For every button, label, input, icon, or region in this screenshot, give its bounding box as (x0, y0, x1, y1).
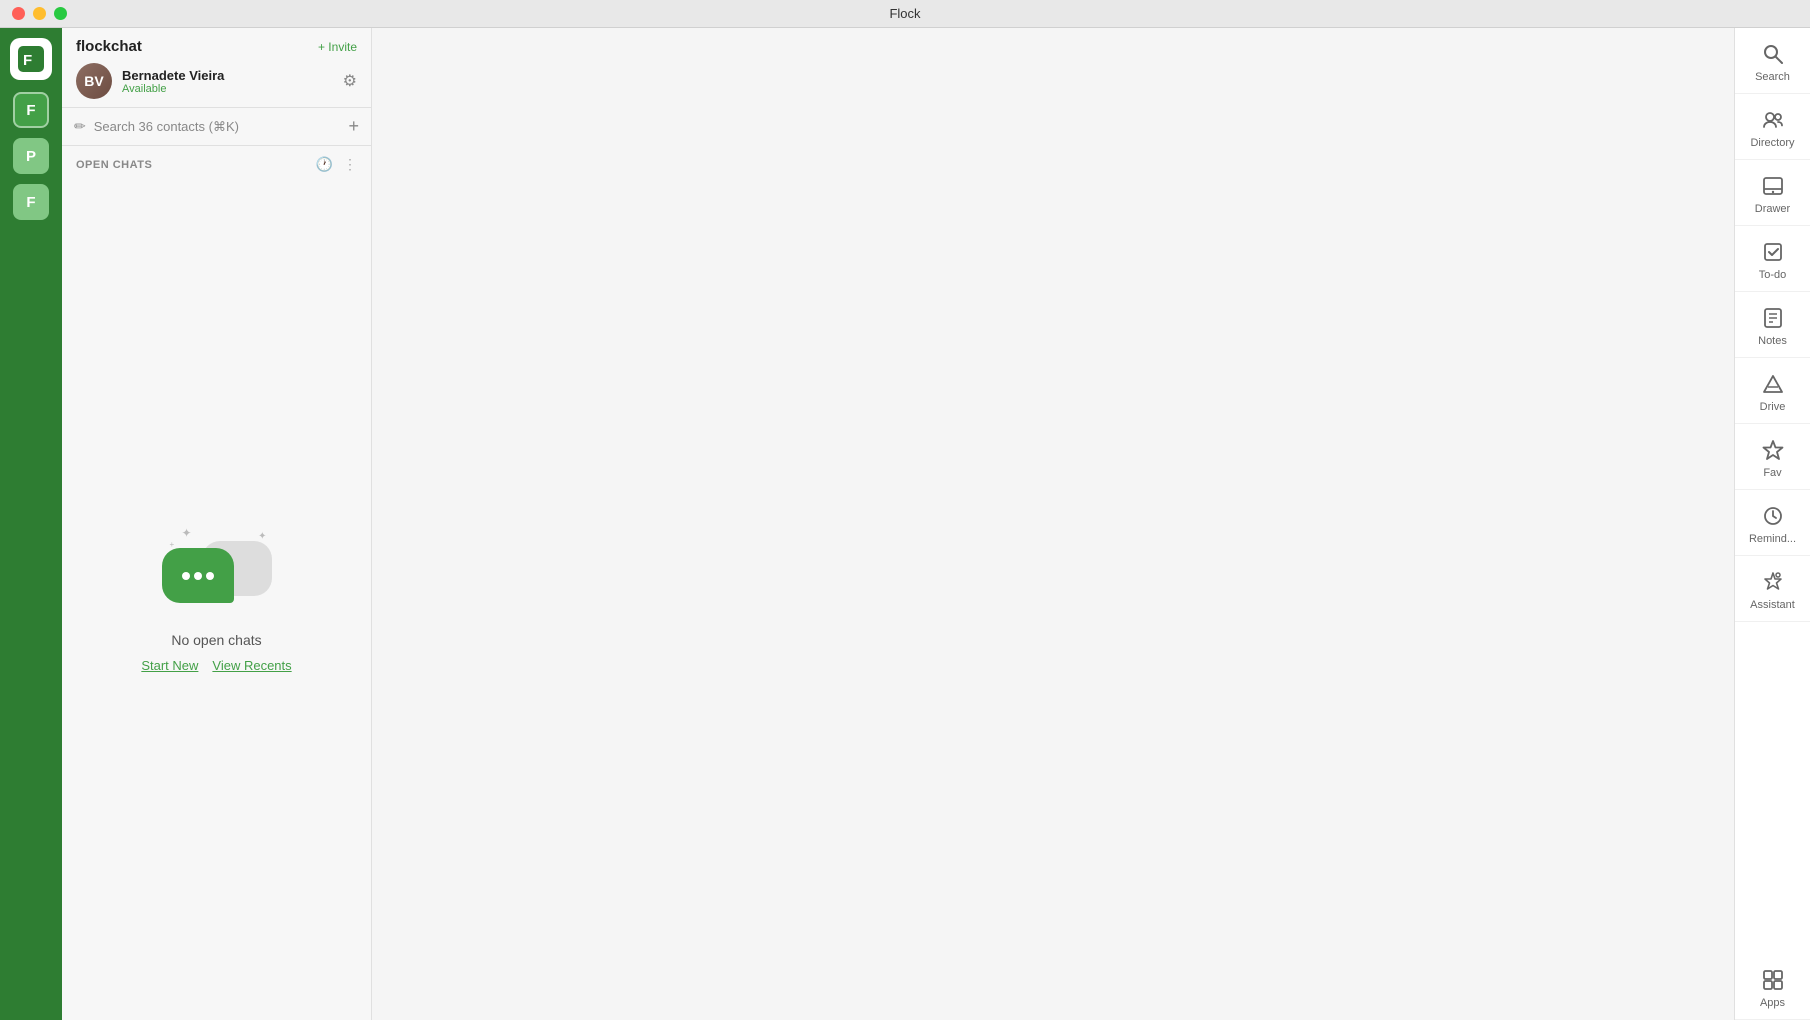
more-icon[interactable]: ⋮ (343, 156, 357, 173)
sparkle-icon-2: ✦ (258, 531, 266, 542)
user-status: Available (122, 83, 333, 95)
rail-item-search[interactable]: Search (1735, 28, 1810, 94)
sidebar-teamname: flockchat + Invite (76, 38, 357, 55)
user-info: Bernadete Vieira Available (122, 68, 333, 95)
rail-label-fav: Fav (1763, 467, 1781, 479)
open-chats-header: OPEN CHATS 🕐 ⋮ (62, 146, 371, 179)
rail-label-assistant: Assistant (1750, 599, 1795, 611)
empty-state-links: Start New View Recents (141, 658, 291, 673)
fav-icon (1762, 438, 1784, 462)
sparkle-icon-3: + (170, 540, 175, 549)
open-chats-actions: 🕐 ⋮ (316, 156, 357, 173)
rail-label-todo: To-do (1759, 269, 1787, 281)
chat-dot-1 (182, 572, 190, 580)
rail-label-apps: Apps (1760, 997, 1785, 1009)
settings-icon[interactable]: ⚙ (343, 71, 357, 91)
search-icon (1762, 42, 1784, 66)
empty-state: ✦ ✦ + No open chats Start New View Recen… (62, 179, 371, 1020)
rail-item-fav[interactable]: Fav (1735, 424, 1810, 490)
svg-text:F: F (23, 52, 32, 69)
user-row: BV Bernadete Vieira Available ⚙ (76, 63, 357, 99)
team-icon-f2[interactable]: F (13, 184, 49, 220)
start-new-button[interactable]: Start New (141, 658, 198, 673)
rail-label-drive: Drive (1760, 401, 1786, 413)
maximize-button[interactable] (54, 7, 67, 20)
rail-item-notes[interactable]: Notes (1735, 292, 1810, 358)
rail-item-drive[interactable]: Drive (1735, 358, 1810, 424)
compose-icon: ✏ (74, 118, 86, 135)
add-contact-button[interactable]: + (348, 116, 359, 137)
rail-label-notes: Notes (1758, 335, 1787, 347)
search-bar[interactable]: ✏ Search 36 contacts (⌘K) + (62, 108, 371, 146)
open-chats-label: OPEN CHATS (76, 159, 152, 171)
rail-label-drawer: Drawer (1755, 203, 1790, 215)
rail-label-search: Search (1755, 71, 1790, 83)
rail-item-reminders[interactable]: Remind... (1735, 490, 1810, 556)
rail-item-apps[interactable]: Apps (1735, 954, 1810, 1020)
sparkle-icon-1: ✦ (182, 526, 192, 540)
chat-bubble-front (162, 548, 234, 603)
team-icon-p[interactable]: P (13, 138, 49, 174)
avatar: BV (76, 63, 112, 99)
chat-dot-2 (194, 572, 202, 580)
minimize-button[interactable] (33, 7, 46, 20)
drawer-icon (1762, 174, 1784, 198)
drive-icon (1762, 372, 1784, 396)
titlebar: Flock (0, 0, 1810, 28)
empty-illustration: ✦ ✦ + (162, 526, 272, 616)
avatar-initials: BV (76, 63, 112, 99)
view-recents-button[interactable]: View Recents (212, 658, 291, 673)
rail-item-assistant[interactable]: Assistant (1735, 556, 1810, 622)
history-icon[interactable]: 🕐 (316, 156, 333, 173)
apps-icon (1762, 968, 1784, 992)
assistant-icon (1762, 570, 1784, 594)
reminders-icon (1762, 504, 1784, 528)
rail-label-reminders: Remind... (1749, 533, 1796, 545)
sidebar: flockchat + Invite BV Bernadete Vieira A… (62, 28, 372, 1020)
main-content (372, 28, 1734, 1020)
user-name: Bernadete Vieira (122, 68, 333, 83)
titlebar-title: Flock (889, 6, 920, 21)
main-layout: F F P F flockchat + Invite BV Bernadete … (0, 28, 1810, 1020)
rail-item-todo[interactable]: To-do (1735, 226, 1810, 292)
rail-label-directory: Directory (1750, 137, 1794, 149)
rail-item-drawer[interactable]: Drawer (1735, 160, 1810, 226)
team-name-label: flockchat (76, 38, 142, 55)
todo-icon (1762, 240, 1784, 264)
right-rail: Search Directory Drawer To-do Notes (1734, 28, 1810, 1020)
team-icon-f[interactable]: F (13, 92, 49, 128)
sidebar-header: flockchat + Invite BV Bernadete Vieira A… (62, 28, 371, 108)
rail-item-directory[interactable]: Directory (1735, 94, 1810, 160)
directory-icon (1762, 108, 1784, 132)
search-contacts-input[interactable]: Search 36 contacts (⌘K) (94, 119, 341, 135)
window-controls (12, 7, 67, 20)
invite-button[interactable]: + Invite (318, 40, 357, 54)
close-button[interactable] (12, 7, 25, 20)
chat-dot-3 (206, 572, 214, 580)
workspace-rail: F F P F (0, 28, 62, 1020)
notes-icon (1762, 306, 1784, 330)
main-workspace-icon[interactable]: F (10, 38, 52, 80)
empty-chats-title: No open chats (171, 632, 261, 648)
